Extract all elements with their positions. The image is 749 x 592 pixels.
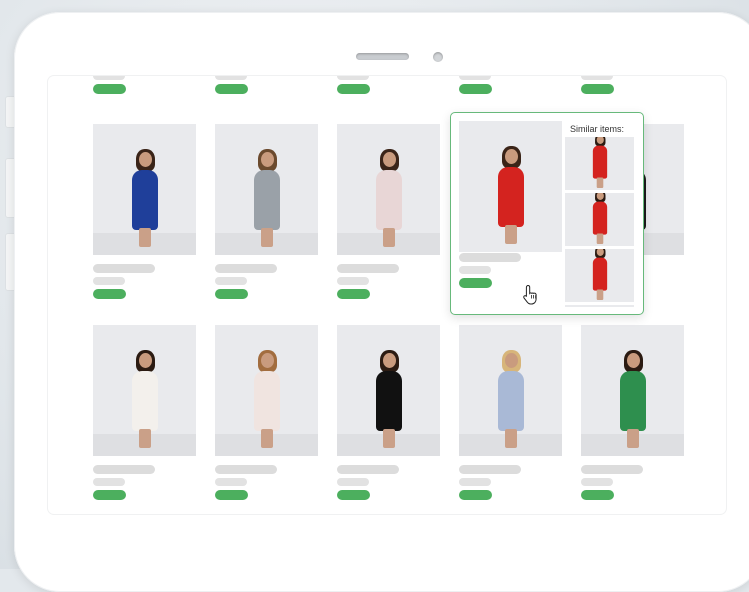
- product-price-placeholder: [215, 478, 247, 486]
- model-figure: [494, 350, 528, 448]
- similar-item-thumbnail[interactable]: [565, 249, 634, 302]
- product-card-partial: [581, 76, 685, 94]
- product-name-placeholder: [337, 264, 399, 273]
- product-name-placeholder: [215, 264, 277, 273]
- add-to-cart-button[interactable]: [215, 289, 248, 299]
- add-to-cart-button[interactable]: [215, 84, 248, 94]
- product-price-placeholder: [215, 76, 247, 80]
- product-card[interactable]: [93, 124, 197, 299]
- product-card-partial: [459, 76, 563, 94]
- model-figure: [372, 149, 406, 247]
- product-card[interactable]: [459, 325, 563, 500]
- similar-items-popup: Similar items:: [450, 112, 644, 315]
- similar-items-title: Similar items:: [570, 124, 625, 134]
- add-to-cart-button[interactable]: [581, 490, 614, 500]
- product-photo[interactable]: [215, 325, 318, 456]
- product-photo[interactable]: [337, 325, 440, 456]
- product-price-placeholder: [93, 277, 125, 285]
- hand-pointer-icon: [523, 284, 537, 305]
- product-price-placeholder: [215, 277, 247, 285]
- product-card[interactable]: [337, 124, 441, 299]
- product-grid-screen: Similar items:: [48, 76, 726, 514]
- product-price-placeholder: [581, 478, 613, 486]
- product-card-partial: [93, 76, 197, 94]
- product-photo[interactable]: [459, 325, 562, 456]
- tablet-speaker: [356, 53, 409, 60]
- product-price-placeholder: [581, 76, 613, 80]
- product-price-placeholder: [93, 478, 125, 486]
- tablet-camera: [433, 52, 443, 62]
- model-figure: [590, 249, 609, 300]
- model-figure: [494, 146, 528, 244]
- product-name-placeholder: [93, 465, 155, 474]
- model-figure: [590, 193, 609, 244]
- add-to-cart-button[interactable]: [337, 84, 370, 94]
- product-price-placeholder: [337, 478, 369, 486]
- product-price-placeholder: [337, 76, 369, 80]
- product-card[interactable]: [337, 325, 441, 500]
- product-card[interactable]: [215, 325, 319, 500]
- add-to-cart-button[interactable]: [337, 289, 370, 299]
- similar-items-list[interactable]: [565, 137, 634, 307]
- product-photo[interactable]: [93, 124, 196, 255]
- model-figure: [250, 350, 284, 448]
- product-card[interactable]: [581, 325, 685, 500]
- model-figure: [372, 350, 406, 448]
- add-to-cart-button[interactable]: [215, 490, 248, 500]
- product-name-placeholder: [459, 465, 521, 474]
- add-to-cart-button[interactable]: [459, 84, 492, 94]
- similar-item-thumbnail[interactable]: [565, 193, 634, 246]
- product-name-placeholder: [459, 253, 521, 262]
- product-card-partial: [215, 76, 319, 94]
- product-name-placeholder: [337, 465, 399, 474]
- product-card-partial: [337, 76, 441, 94]
- add-to-cart-button[interactable]: [459, 278, 492, 288]
- product-photo[interactable]: [215, 124, 318, 255]
- product-photo[interactable]: [581, 325, 684, 456]
- product-name-placeholder: [581, 465, 643, 474]
- product-card[interactable]: [215, 124, 319, 299]
- product-photo[interactable]: [93, 325, 196, 456]
- model-figure: [616, 350, 650, 448]
- similar-item-thumbnail[interactable]: [565, 137, 634, 190]
- product-price-placeholder: [459, 266, 491, 274]
- add-to-cart-button[interactable]: [337, 490, 370, 500]
- model-figure: [590, 137, 609, 188]
- add-to-cart-button[interactable]: [93, 490, 126, 500]
- product-photo[interactable]: [337, 124, 440, 255]
- add-to-cart-button[interactable]: [93, 84, 126, 94]
- similar-item-thumbnail[interactable]: [565, 305, 634, 307]
- product-price-placeholder: [459, 478, 491, 486]
- product-price-placeholder: [93, 76, 125, 80]
- add-to-cart-button[interactable]: [459, 490, 492, 500]
- product-card[interactable]: [93, 325, 197, 500]
- product-name-placeholder: [93, 264, 155, 273]
- add-to-cart-button[interactable]: [581, 84, 614, 94]
- product-price-placeholder: [337, 277, 369, 285]
- model-figure: [250, 149, 284, 247]
- product-name-placeholder: [215, 465, 277, 474]
- model-figure: [128, 149, 162, 247]
- product-price-placeholder: [459, 76, 491, 80]
- model-figure: [128, 350, 162, 448]
- add-to-cart-button[interactable]: [93, 289, 126, 299]
- hovered-product-photo[interactable]: [459, 121, 562, 252]
